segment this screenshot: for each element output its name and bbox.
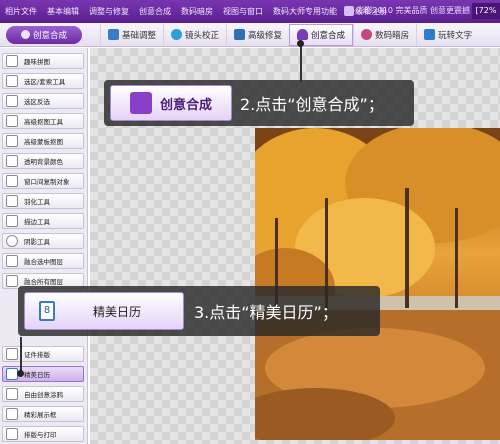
repair-icon [234, 29, 246, 40]
tab-label: 镜头校正 [185, 30, 220, 41]
callout-calendar-label: 精美日历 [93, 304, 142, 319]
doodle-icon [6, 388, 18, 400]
darkroom-icon [361, 29, 373, 40]
tab-label: 基础调整 [122, 30, 157, 41]
merge-icon [6, 255, 18, 267]
tab-label: 创意合成 [311, 30, 346, 41]
sidebar-item-invert-selection[interactable]: 选区反选 [2, 93, 84, 109]
tab-text-fun[interactable]: 玩转文字 [416, 23, 479, 46]
callout-creative-label: 创意合成 [159, 97, 212, 113]
tab-digital-darkroom[interactable]: 数码暗房 [353, 23, 416, 46]
app-title-text: 彩影2010 完美品质 创意更震撼 [356, 6, 470, 15]
frame-icon [6, 408, 18, 420]
feather-icon [6, 195, 18, 207]
person-icon [129, 92, 152, 114]
menu-darkroom[interactable]: 数码暗房 [176, 6, 218, 17]
sidebar-item-doodle[interactable]: 自由创意涂鸦 [2, 386, 84, 402]
sidebar-item-feather[interactable]: 羽化工具 [2, 193, 84, 209]
text-icon [424, 29, 436, 40]
menu-file[interactable]: 相片文件 [0, 6, 42, 17]
tab-basic-adjust[interactable]: 基础调整 [100, 23, 163, 46]
sidebar-item-lasso[interactable]: 选区/套索工具 [2, 73, 84, 89]
sidebar-item-id-photo[interactable]: 证件排版 [2, 346, 84, 362]
copy-icon [6, 175, 18, 187]
menu-creative[interactable]: 创意合成 [134, 6, 176, 17]
tab-label: 玩转文字 [438, 30, 473, 41]
sidebar-item-transparent-bg[interactable]: 透明背景颜色 [2, 153, 84, 169]
sidebar-item-frame[interactable]: 精彩展示框 [2, 406, 84, 422]
callout-creative-button: 创意合成 [110, 85, 232, 121]
sidebar-item-mask-cutout[interactable]: 高级蒙板抠图 [2, 133, 84, 149]
menu-basic-edit[interactable]: 基本编辑 [42, 6, 84, 17]
menu-adjust-repair[interactable]: 调整与修复 [84, 6, 134, 17]
sidebar-item-fun-puzzle[interactable]: 趣味拼图 [2, 53, 84, 69]
toolbar: 创意合成 基础调整 镜头校正 高级修复 创意合成 数码暗房 玩转文字 [0, 23, 500, 47]
sidebar-item-cutout[interactable]: 高级抠图工具 [2, 113, 84, 129]
tab-label: 高级修复 [248, 30, 283, 41]
callout-step3: 8 精美日历 3.点击“精美日历”； [18, 286, 380, 336]
sidebar: 趣味拼图 选区/套索工具 选区反选 高级抠图工具 高级蒙板抠图 透明背景颜色 窗… [0, 48, 88, 444]
zoom-level[interactable]: [72% [472, 3, 500, 19]
mask-icon [6, 135, 18, 147]
lasso-icon [6, 75, 18, 87]
sidebar-item-copy-object[interactable]: 窗口间复制对象 [2, 173, 84, 189]
stroke-icon [6, 215, 18, 227]
menu-bar: 相片文件 基本编辑 调整与修复 创意合成 数码暗房 视图与窗口 数码大师专用功能… [0, 0, 500, 23]
tab-lens-correct[interactable]: 镜头校正 [163, 23, 226, 46]
person-icon [297, 29, 309, 40]
print-icon [6, 428, 18, 440]
calendar-icon: 8 [39, 301, 55, 321]
cutout-icon [6, 115, 18, 127]
callout-step2-text: 2.点击“创意合成”； [240, 95, 384, 114]
menu-master-functions[interactable]: 数码大师专用功能 [268, 6, 342, 17]
connector-dot-step3 [17, 370, 24, 377]
shadow-icon [6, 235, 18, 247]
active-module-button[interactable]: 创意合成 [6, 25, 82, 44]
app-logo-icon [343, 5, 354, 16]
callout-calendar-button: 8 精美日历 [24, 292, 184, 330]
person-icon [20, 30, 30, 39]
sidebar-item-shadow[interactable]: 阴影工具 [2, 233, 84, 249]
id-photo-icon [6, 348, 18, 360]
active-module-label: 创意合成 [32, 30, 67, 41]
sidebar-item-stroke[interactable]: 描边工具 [2, 213, 84, 229]
tab-label: 数码暗房 [375, 30, 410, 41]
menu-view-window[interactable]: 视图与窗口 [218, 6, 268, 17]
callout-step3-text: 3.点击“精美日历”； [194, 303, 338, 322]
connector-line-step2 [300, 44, 302, 82]
sidebar-item-calendar[interactable]: 精美日历 [2, 366, 84, 382]
module-tabs: 基础调整 镜头校正 高级修复 创意合成 数码暗房 玩转文字 [100, 23, 479, 46]
merge-all-icon [6, 275, 18, 287]
tab-advanced-repair[interactable]: 高级修复 [226, 23, 289, 46]
adjust-icon [108, 29, 119, 40]
connector-dot-step2 [297, 40, 304, 47]
sidebar-item-merge-selected[interactable]: 融合选中图层 [2, 253, 84, 269]
puzzle-icon [6, 55, 18, 67]
sidebar-item-print[interactable]: 排版与打印 [2, 426, 84, 442]
autumn-photo-graphic [255, 128, 500, 440]
callout-step2: 创意合成 2.点击“创意合成”； [104, 80, 414, 126]
photo-image [255, 128, 500, 440]
app-title: 彩影2010 完美品质 创意更震撼 [343, 5, 470, 16]
lens-icon [171, 29, 183, 40]
invert-icon [6, 95, 18, 107]
transparent-icon [6, 155, 18, 167]
